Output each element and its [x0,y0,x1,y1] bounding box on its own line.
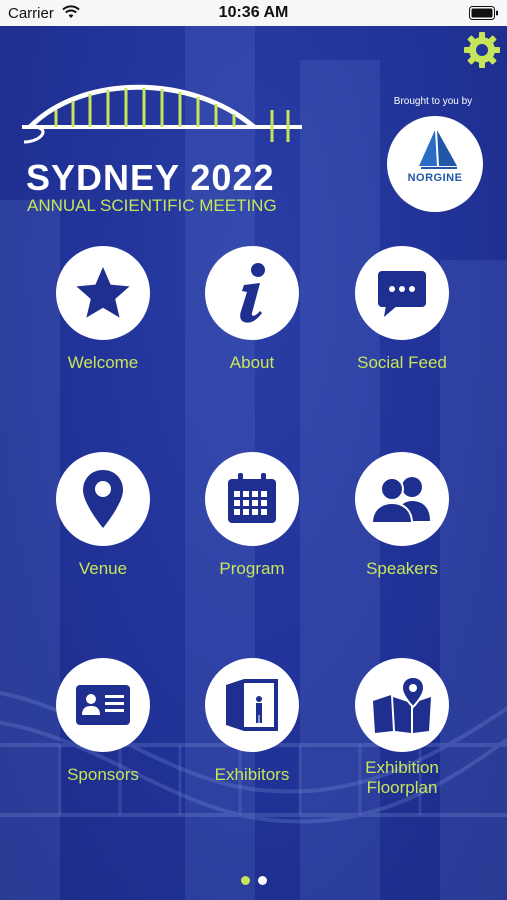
sponsor-logo[interactable]: NORGINE [387,116,483,212]
tile-label: Exhibition Floorplan [365,758,439,797]
star-icon [76,267,130,318]
calendar-icon [228,473,276,523]
info-icon [240,263,265,323]
brought-to-you-label: Brought to you by [393,96,473,107]
folded-map-icon [373,675,431,733]
tile-label: Sponsors [67,765,139,784]
tile-label: Speakers [366,559,438,578]
tile-label: Welcome [67,353,139,372]
social-feed-icon-circle [355,246,449,340]
status-time: 10:36 AM [218,4,289,21]
speakers-icon-circle [355,452,449,546]
harbour-bridge-icon [22,84,302,144]
exhibitors-icon-circle [205,658,299,752]
tile-label: Social Feed [357,353,447,372]
sail-logo-icon [419,130,457,169]
floorplan-icon-circle [355,658,449,752]
sponsor-name: NORGINE [407,172,463,184]
page-indicator[interactable] [0,876,507,885]
map-pin-icon [83,470,123,528]
page-dot-active[interactable] [240,876,250,885]
status-bar: Carrier 10:36 AM [0,0,507,26]
exhibit-booth-icon [226,679,278,731]
people-icon [370,477,430,524]
tile-label: Exhibitors [214,765,290,784]
sponsors-icon-circle [56,658,150,752]
event-logo: SYDNEY 2022 ANNUAL SCIENTIFIC MEETING [22,84,302,215]
id-card-icon [76,685,130,725]
program-icon-circle [205,452,299,546]
battery-icon [469,6,498,20]
venue-icon-circle [56,452,150,546]
tile-label: About [229,353,275,372]
welcome-icon-circle [56,246,150,340]
event-title: SYDNEY 2022 [26,157,274,198]
event-subtitle: ANNUAL SCIENTIFIC MEETING [27,196,277,215]
page-dot[interactable] [257,876,267,885]
chat-bubble-icon [378,271,426,317]
about-icon-circle [205,246,299,340]
tile-label: Program [219,559,285,578]
tile-label: Venue [78,559,128,578]
settings-gear-icon[interactable] [462,30,502,70]
